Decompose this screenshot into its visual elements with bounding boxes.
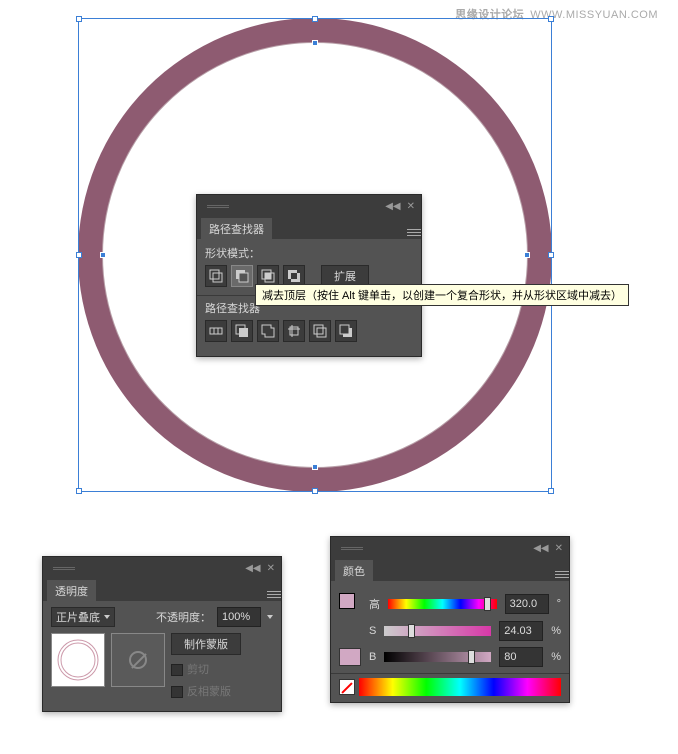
minus-back-button[interactable] [335, 320, 357, 342]
sat-slider[interactable] [384, 626, 491, 636]
close-icon[interactable]: ✕ [407, 201, 415, 212]
bri-slider[interactable] [384, 652, 491, 662]
panel-header[interactable]: ◀◀ ✕ [197, 195, 421, 217]
panel-tabbar: 路径查找器 [197, 217, 421, 239]
opacity-stepper[interactable] [267, 615, 273, 619]
blend-mode-select[interactable]: 正片叠底 [51, 607, 115, 627]
divide-button[interactable] [205, 320, 227, 342]
pct-unit: % [551, 625, 561, 637]
close-icon[interactable]: ✕ [267, 563, 275, 574]
opacity-input[interactable]: 100% [217, 607, 261, 627]
resize-handle[interactable] [548, 488, 554, 494]
merge-button[interactable] [257, 320, 279, 342]
make-mask-button[interactable]: 制作蒙版 [171, 633, 241, 655]
minus-front-button[interactable] [231, 265, 253, 287]
hue-slider[interactable] [388, 599, 497, 609]
resize-handle[interactable] [548, 16, 554, 22]
clip-checkbox[interactable]: 剪切 [171, 661, 241, 677]
transparency-tab[interactable]: 透明度 [47, 580, 96, 602]
panel-grip[interactable] [53, 567, 75, 570]
flyout-menu-icon[interactable] [267, 591, 281, 601]
resize-handle[interactable] [312, 16, 318, 22]
fill-stroke-swatch[interactable] [339, 593, 361, 615]
panel-header[interactable]: ◀◀ ✕ [43, 557, 281, 579]
collapse-icon[interactable]: ◀◀ [533, 543, 548, 554]
transparency-panel[interactable]: ◀◀ ✕ 透明度 正片叠底 不透明度： 100% 制作蒙版 剪切 反相蒙版 [42, 556, 282, 712]
opacity-label: 不透明度： [156, 609, 211, 625]
no-mask-icon [129, 651, 147, 669]
preview-swatch [339, 648, 361, 666]
panel-header[interactable]: ◀◀ ✕ [331, 537, 569, 559]
resize-handle[interactable] [76, 488, 82, 494]
trim-button[interactable] [231, 320, 253, 342]
crop-button[interactable] [283, 320, 305, 342]
tooltip-minus-front: 减去顶层（按住 Alt 键单击，以创建一个复合形状，并从形状区域中减去） [255, 284, 629, 306]
flyout-menu-icon[interactable] [555, 571, 569, 581]
color-panel[interactable]: ◀◀ ✕ 颜色 高 320.0 ° S 24.03 % B [330, 536, 570, 703]
resize-handle[interactable] [76, 16, 82, 22]
fill-swatch[interactable] [339, 593, 355, 609]
mask-thumbnail[interactable] [111, 633, 165, 687]
pathfinder-tab[interactable]: 路径查找器 [201, 218, 272, 240]
invert-mask-checkbox[interactable]: 反相蒙版 [171, 683, 241, 699]
flyout-menu-icon[interactable] [407, 229, 421, 239]
color-tab[interactable]: 颜色 [335, 560, 373, 582]
bri-input[interactable]: 80 [499, 647, 543, 667]
collapse-icon[interactable]: ◀◀ [385, 201, 400, 212]
panel-tabbar: 颜色 [331, 559, 569, 581]
sat-input[interactable]: 24.03 [499, 621, 543, 641]
deg-unit: ° [557, 598, 561, 610]
shape-modes-label: 形状模式： [205, 245, 413, 261]
pct-unit: % [551, 651, 561, 663]
panel-tabbar: 透明度 [43, 579, 281, 601]
resize-handle[interactable] [76, 252, 82, 258]
object-thumbnail[interactable] [51, 633, 105, 687]
pathfinder-panel[interactable]: ◀◀ ✕ 路径查找器 形状模式： 扩展 路径查找器 [196, 194, 422, 357]
sat-label: S [369, 625, 376, 637]
resize-handle[interactable] [548, 252, 554, 258]
none-color-button[interactable] [339, 679, 355, 695]
unite-button[interactable] [205, 265, 227, 287]
outline-button[interactable] [309, 320, 331, 342]
close-icon[interactable]: ✕ [555, 543, 563, 554]
panel-grip[interactable] [341, 547, 363, 550]
spectrum-picker[interactable] [359, 678, 561, 696]
hue-label: 高 [369, 596, 380, 612]
resize-handle[interactable] [312, 488, 318, 494]
bri-label: B [369, 651, 376, 663]
panel-grip[interactable] [207, 205, 229, 208]
hue-input[interactable]: 320.0 [505, 594, 549, 614]
collapse-icon[interactable]: ◀◀ [245, 563, 260, 574]
